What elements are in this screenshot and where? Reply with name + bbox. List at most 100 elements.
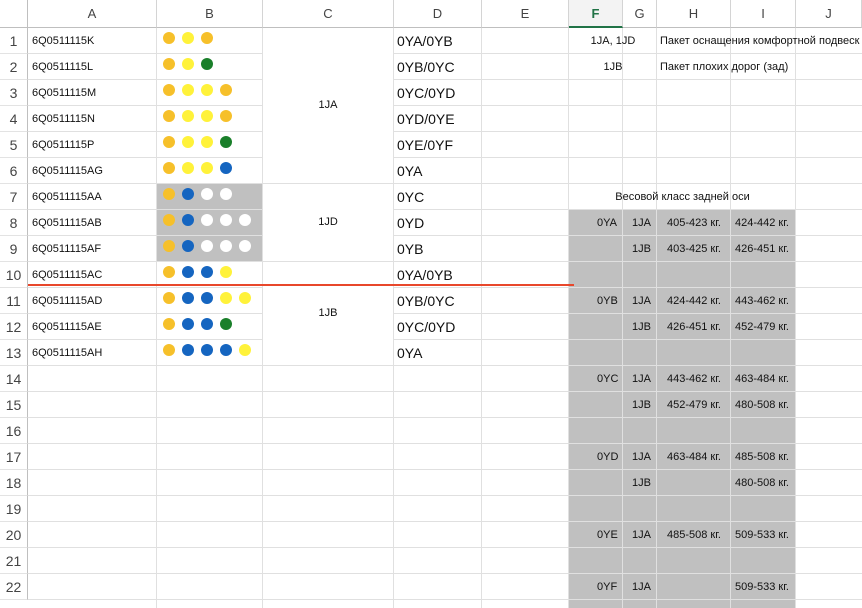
color-dot-yellow: [201, 110, 213, 122]
part-code-cell[interactable]: 6Q0511115P: [32, 139, 94, 151]
row-header-20[interactable]: 20: [0, 522, 28, 548]
weight-class-code: 0YB: [597, 295, 618, 307]
row-header-11[interactable]: 11: [0, 288, 28, 314]
package-code-cell[interactable]: 1JB: [569, 61, 657, 73]
color-dot-blue: [182, 266, 194, 278]
package-name-cell[interactable]: Пакет плохих дорог (зад): [660, 61, 788, 73]
color-dot-yellow: [201, 136, 213, 148]
part-code-cell[interactable]: 6Q0511115AD: [32, 295, 102, 307]
part-code-cell[interactable]: 6Q0511115AC: [32, 269, 102, 281]
package-name-cell[interactable]: Пакет оснащения комфортной подвеск: [660, 35, 859, 47]
axle-class-cell[interactable]: 0YD: [397, 215, 424, 231]
weight-range-i: 426-451 кг.: [735, 243, 789, 255]
row-header-9[interactable]: 9: [0, 236, 28, 262]
row-header-3[interactable]: 3: [0, 80, 28, 106]
axle-class-cell[interactable]: 0YA: [397, 345, 422, 361]
color-dot-blue: [201, 266, 213, 278]
weight-range-h: 426-451 кг.: [667, 321, 721, 333]
part-code-cell[interactable]: 6Q0511115AE: [32, 321, 102, 333]
axle-class-cell[interactable]: 0YB/0YC: [397, 59, 455, 75]
part-code-cell[interactable]: 6Q0511115AG: [32, 165, 103, 177]
column-header-j[interactable]: J: [796, 0, 862, 28]
column-header-b[interactable]: B: [157, 0, 263, 28]
row-header-21[interactable]: 21: [0, 548, 28, 574]
axle-class-cell[interactable]: 0YE/0YF: [397, 137, 453, 153]
weight-class-code: 0YF: [597, 581, 618, 593]
column-header-i[interactable]: I: [731, 0, 796, 28]
column-header-g[interactable]: G: [623, 0, 657, 28]
color-dot-white: [239, 214, 251, 226]
row-header-15[interactable]: 15: [0, 392, 28, 418]
row-header-12[interactable]: 12: [0, 314, 28, 340]
row-gridline: [28, 235, 862, 236]
row-gridline: [28, 469, 862, 470]
color-dot-orange: [163, 162, 175, 174]
color-dot-yellow: [239, 344, 251, 356]
color-dot-green: [220, 136, 232, 148]
column-header-d[interactable]: D: [394, 0, 482, 28]
spreadsheet-grid[interactable]: A B C D E F G H I J 1 2 3 4 5 6 7 8 9 10 11 12 13 14 15 16 17 18 19 2…: [0, 0, 862, 608]
package-code-cell[interactable]: 1JA, 1JD: [569, 35, 657, 47]
select-all-corner[interactable]: [0, 0, 28, 28]
axle-class-cell[interactable]: 0YC: [397, 189, 424, 205]
row-header-7[interactable]: 7: [0, 184, 28, 210]
row-header-19[interactable]: 19: [0, 496, 28, 522]
column-header-f[interactable]: F: [569, 0, 623, 28]
color-dot-orange: [163, 214, 175, 226]
color-dot-orange: [163, 136, 175, 148]
color-dot-white: [220, 214, 232, 226]
part-code-cell[interactable]: 6Q0511115AA: [32, 191, 102, 203]
column-header-e[interactable]: E: [482, 0, 569, 28]
axle-class-cell[interactable]: 0YA/0YB: [397, 267, 453, 283]
column-header-a[interactable]: A: [28, 0, 157, 28]
row-gridline: [28, 521, 862, 522]
color-dot-blue: [182, 318, 194, 330]
row-header-18[interactable]: 18: [0, 470, 28, 496]
color-dot-white: [220, 188, 232, 200]
equipment-group-label[interactable]: 1JD: [263, 216, 393, 228]
weight-range-h: 443-462 кг.: [667, 373, 721, 385]
row-header-22[interactable]: 22: [0, 574, 28, 600]
col-gridline: [622, 28, 623, 608]
column-header-h[interactable]: H: [657, 0, 731, 28]
axle-class-cell[interactable]: 0YD/0YE: [397, 111, 455, 127]
row-header-17[interactable]: 17: [0, 444, 28, 470]
weight-range-h: 485-508 кг.: [667, 529, 721, 541]
weight-range-i: 452-479 кг.: [735, 321, 789, 333]
color-dot-orange: [163, 240, 175, 252]
axle-class-cell[interactable]: 0YA/0YB: [397, 33, 453, 49]
row-header-6[interactable]: 6: [0, 158, 28, 184]
color-dot-yellow: [182, 162, 194, 174]
row-header-8[interactable]: 8: [0, 210, 28, 236]
part-code-cell[interactable]: 6Q0511115AB: [32, 217, 102, 229]
row-header-5[interactable]: 5: [0, 132, 28, 158]
axle-class-cell[interactable]: 0YC/0YD: [397, 319, 455, 335]
part-code-cell[interactable]: 6Q0511115N: [32, 113, 95, 125]
row-header-13[interactable]: 13: [0, 340, 28, 366]
color-dot-white: [201, 240, 213, 252]
color-dot-green: [201, 58, 213, 70]
weight-range-i: 485-508 кг.: [735, 451, 789, 463]
axle-class-cell[interactable]: 0YB: [397, 241, 423, 257]
part-code-cell[interactable]: 6Q0511115M: [32, 87, 96, 99]
axle-class-cell[interactable]: 0YB/0YC: [397, 293, 455, 309]
equipment-group-label[interactable]: 1JA: [263, 99, 393, 111]
weight-range-i: 463-484 кг.: [735, 373, 789, 385]
part-code-cell[interactable]: 6Q0511115AH: [32, 347, 102, 359]
color-dot-orange: [163, 266, 175, 278]
row-header-10[interactable]: 10: [0, 262, 28, 288]
part-code-cell[interactable]: 6Q0511115AF: [32, 243, 101, 255]
column-header-c[interactable]: C: [263, 0, 394, 28]
row-header-4[interactable]: 4: [0, 106, 28, 132]
row-header-14[interactable]: 14: [0, 366, 28, 392]
part-code-cell[interactable]: 6Q0511115K: [32, 35, 94, 47]
row-header-1[interactable]: 1: [0, 28, 28, 54]
equipment-group-label[interactable]: 1JB: [263, 307, 393, 319]
row-header-2[interactable]: 2: [0, 54, 28, 80]
part-code-cell[interactable]: 6Q0511115L: [32, 61, 93, 73]
axle-class-cell[interactable]: 0YA: [397, 163, 422, 179]
color-dot-blue: [201, 318, 213, 330]
color-dot-yellow: [182, 58, 194, 70]
row-header-16[interactable]: 16: [0, 418, 28, 444]
axle-class-cell[interactable]: 0YC/0YD: [397, 85, 455, 101]
